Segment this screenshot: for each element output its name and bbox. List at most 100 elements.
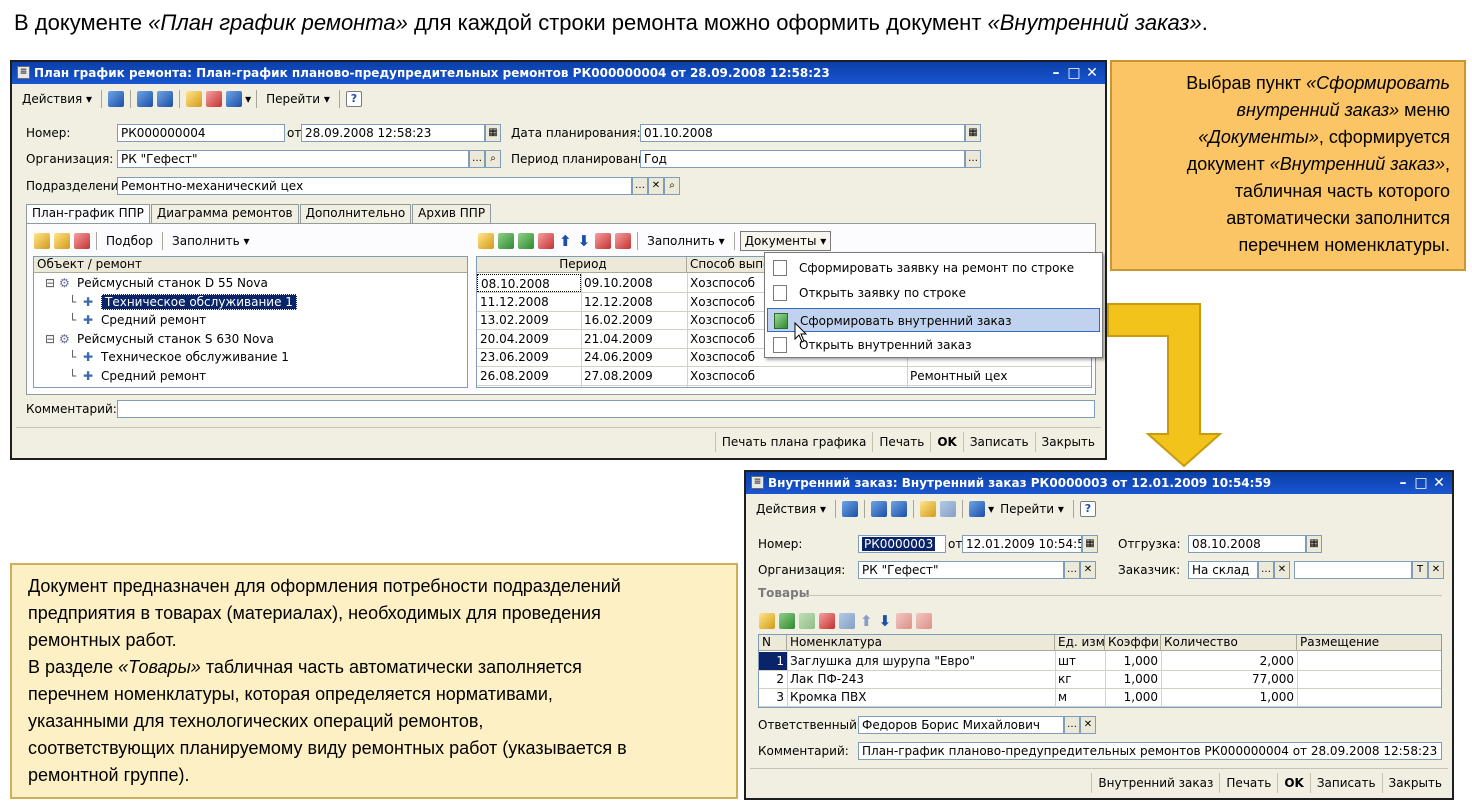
- copy-line-icon[interactable]: [498, 233, 514, 249]
- goods-cell-unit[interactable]: м: [1055, 688, 1105, 706]
- schedule-cell-from[interactable]: 20.04.2009: [477, 330, 581, 348]
- goods-cell-n[interactable]: 2: [759, 670, 787, 688]
- goods-header-cell[interactable]: Ед. изм.: [1055, 635, 1105, 651]
- refresh-icon[interactable]: [871, 501, 888, 517]
- fill-right-button[interactable]: Заполнить ▾: [643, 231, 728, 251]
- move-up-icon[interactable]: ⬆: [858, 612, 875, 630]
- close-button[interactable]: Закрыть: [1381, 773, 1448, 793]
- move-up-icon[interactable]: ⬆: [557, 232, 574, 250]
- goods-cell-coef[interactable]: 1,000: [1105, 688, 1161, 706]
- edit-line-icon[interactable]: [799, 613, 815, 629]
- delete-line-icon[interactable]: [538, 233, 554, 249]
- goods-cell-place[interactable]: [1297, 670, 1441, 688]
- maximize-icon[interactable]: □: [1412, 472, 1430, 494]
- period-field[interactable]: Год: [640, 150, 965, 168]
- goods-cell-n[interactable]: 1: [759, 652, 787, 670]
- menu-open-internal-order[interactable]: Открыть внутренний заказ: [767, 333, 1100, 357]
- tree-row[interactable]: └ ✚ Техническое обслуживание 1: [34, 293, 467, 311]
- schedule-cell-to[interactable]: 16.02.2009: [581, 311, 687, 329]
- search-icon[interactable]: ⌕: [485, 150, 501, 168]
- customer-extra-field[interactable]: [1294, 561, 1412, 579]
- tab-plan-schedule[interactable]: План-график ППР: [26, 204, 150, 224]
- tree-row[interactable]: └ ✚ Техническое обслуживание 1: [34, 348, 467, 366]
- goods-cell-unit[interactable]: кг: [1055, 670, 1105, 688]
- organization-field[interactable]: РК "Гефест": [117, 150, 469, 168]
- tree-row[interactable]: └ ✚ Средний ремонт: [34, 311, 467, 329]
- collapse-icon[interactable]: ⊟: [45, 274, 59, 292]
- calendar-icon[interactable]: ▦: [1306, 535, 1322, 553]
- calendar-icon[interactable]: ▦: [965, 124, 981, 142]
- calendar-icon[interactable]: ▦: [485, 124, 501, 142]
- close-icon[interactable]: ✕: [1083, 62, 1101, 84]
- clear-icon[interactable]: ✕: [1080, 716, 1096, 734]
- add-line-icon[interactable]: [478, 233, 494, 249]
- post-document-icon[interactable]: [206, 91, 223, 107]
- schedule-cell-to[interactable]: 27.08.2009: [581, 367, 687, 385]
- clear-icon[interactable]: ✕: [648, 177, 664, 195]
- shipment-field[interactable]: 08.10.2008: [1188, 535, 1306, 553]
- goods-header-cell[interactable]: Размещение: [1297, 635, 1441, 651]
- close-button[interactable]: Закрыть: [1034, 432, 1101, 452]
- goods-cell-n[interactable]: 3: [759, 688, 787, 706]
- goods-header-cell[interactable]: N: [759, 635, 787, 651]
- sort-asc-icon[interactable]: [896, 613, 913, 629]
- sort-desc-icon[interactable]: [916, 613, 933, 629]
- menu-open-repair-request[interactable]: Открыть заявку по строке: [767, 281, 1100, 305]
- goods-cell-qty[interactable]: 2,000: [1161, 652, 1297, 670]
- delete-line-icon[interactable]: [819, 613, 835, 629]
- add-object-icon[interactable]: [34, 233, 50, 249]
- sort-asc-icon[interactable]: [595, 233, 612, 249]
- select-ellipsis-icon[interactable]: …: [1064, 561, 1080, 579]
- select-ellipsis-icon[interactable]: …: [469, 150, 485, 168]
- goods-cell-place[interactable]: [1297, 688, 1441, 706]
- search-icon[interactable]: ⌕: [664, 177, 680, 195]
- select-button[interactable]: Подбор: [102, 231, 157, 251]
- movements-icon[interactable]: [226, 91, 243, 107]
- goods-cell-unit[interactable]: шт: [1055, 652, 1105, 670]
- internal-order-print-button[interactable]: Внутренний заказ: [1091, 773, 1219, 793]
- object-tree[interactable]: Объект / ремонт ⊟ ⚙ Рейсмусный станок D 55…: [33, 256, 468, 388]
- documents-menu-button[interactable]: Документы ▾: [739, 231, 832, 251]
- schedule-cell-from[interactable]: 23.06.2009: [477, 348, 581, 366]
- clear-icon[interactable]: ✕: [1274, 561, 1290, 579]
- add-repair-icon[interactable]: [54, 233, 70, 249]
- date-field[interactable]: 28.09.2008 12:58:23: [301, 124, 485, 142]
- back-arrow-icon[interactable]: [108, 91, 125, 107]
- menu-create-repair-request[interactable]: Сформировать заявку на ремонт по строке: [767, 256, 1100, 280]
- comment-field[interactable]: [117, 400, 1095, 418]
- ok-button[interactable]: OK: [930, 432, 963, 452]
- tab-additional[interactable]: Дополнительно: [299, 204, 412, 223]
- goods-header-cell[interactable]: Коэффи...: [1105, 635, 1161, 651]
- move-down-icon[interactable]: ⬇: [576, 232, 593, 250]
- menu-create-internal-order[interactable]: Сформировать внутренний заказ: [767, 308, 1100, 332]
- save-button[interactable]: Записать: [962, 432, 1035, 452]
- goods-cell-place[interactable]: [1297, 652, 1441, 670]
- schedule-cell-from[interactable]: 11.12.2008: [477, 293, 581, 311]
- select-ellipsis-icon[interactable]: …: [632, 177, 648, 195]
- select-ellipsis-icon[interactable]: …: [1064, 716, 1080, 734]
- structure-icon[interactable]: [920, 501, 937, 517]
- schedule-cell-from[interactable]: 13.02.2009: [477, 311, 581, 329]
- responsible-field[interactable]: Федоров Борис Михайлович: [858, 716, 1064, 734]
- department-field[interactable]: Ремонтно-механический цех: [117, 177, 632, 195]
- tree-row[interactable]: ⊟ ⚙ Рейсмусный станок S 630 Nova: [34, 330, 467, 348]
- tree-row[interactable]: ⊟ ⚙ Рейсмусный станок D 55 Nova: [34, 274, 467, 292]
- end-edit-icon[interactable]: [839, 613, 855, 629]
- goods-cell-qty[interactable]: 1,000: [1161, 688, 1297, 706]
- sort-desc-icon[interactable]: [615, 233, 632, 249]
- goods-header-cell[interactable]: Количество: [1161, 635, 1297, 651]
- add-line-icon[interactable]: [759, 613, 775, 629]
- organization-field[interactable]: РК "Гефест": [858, 561, 1064, 579]
- goods-cell-name[interactable]: Кромка ПВХ: [787, 688, 1055, 706]
- type-icon[interactable]: T: [1412, 561, 1428, 579]
- collapse-icon[interactable]: ⊟: [45, 330, 59, 348]
- help-icon[interactable]: ?: [345, 91, 362, 107]
- goods-table[interactable]: NНоменклатураЕд. изм.Коэффи...Количество…: [758, 634, 1442, 708]
- schedule-cell-to[interactable]: 24.06.2009: [581, 348, 687, 366]
- select-ellipsis-icon[interactable]: …: [965, 150, 981, 168]
- sync-icon[interactable]: [157, 91, 174, 107]
- minimize-icon[interactable]: –: [1047, 62, 1065, 84]
- tree-row[interactable]: └ ✚ Средний ремонт: [34, 367, 467, 385]
- schedule-cell-to[interactable]: 09.10.2008: [581, 274, 687, 292]
- fill-left-button[interactable]: Заполнить ▾: [168, 231, 253, 251]
